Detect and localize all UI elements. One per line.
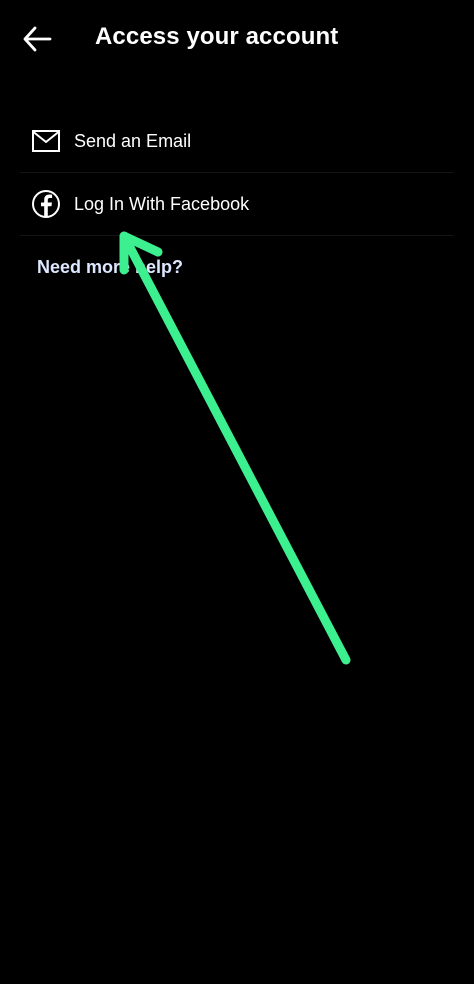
arrow-left-icon: [23, 26, 52, 52]
mail-icon: [31, 126, 61, 156]
page-title: Access your account: [95, 23, 339, 50]
need-more-help-link[interactable]: Need more help?: [37, 255, 183, 279]
facebook-login-option[interactable]: Log In With Facebook: [20, 173, 454, 236]
header: Access your account: [0, 0, 474, 78]
account-options-list: Send an Email Log In With Facebook: [20, 110, 454, 236]
facebook-icon: [31, 189, 61, 219]
send-email-label: Send an Email: [74, 131, 192, 151]
send-email-option[interactable]: Send an Email: [20, 110, 454, 173]
facebook-login-label: Log In With Facebook: [74, 194, 250, 214]
back-button[interactable]: [16, 18, 58, 60]
